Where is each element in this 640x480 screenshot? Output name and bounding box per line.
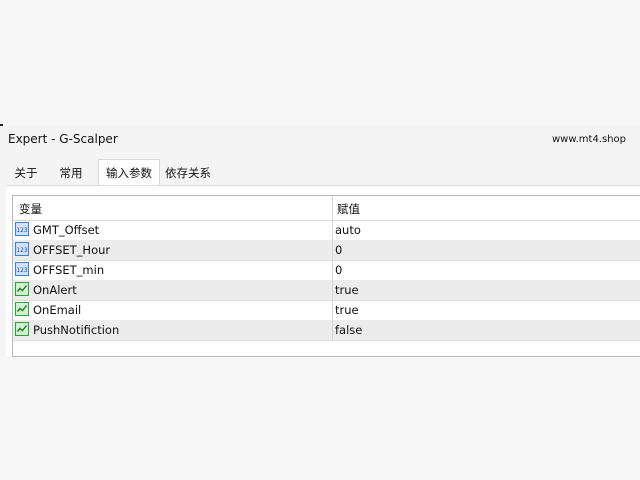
expert-properties-window: Expert - G-Scalper www.mt4.shop 关于 常用 输入… <box>0 126 640 357</box>
variable-value[interactable]: 0 <box>335 243 342 257</box>
variable-name: OnAlert <box>33 283 77 297</box>
column-header-variable[interactable]: 变量 <box>19 201 42 217</box>
grid-header: 变量 赋值 <box>13 196 640 221</box>
tab-dependencies[interactable]: 依存关系 <box>160 162 216 184</box>
table-row[interactable]: 123 GMT_Offset auto <box>13 220 640 241</box>
variable-value[interactable]: true <box>335 283 359 297</box>
numeric-icon: 123 <box>15 242 29 256</box>
variable-name: GMT_Offset <box>33 223 100 237</box>
svg-text:123: 123 <box>16 247 28 254</box>
column-separator[interactable] <box>332 196 333 341</box>
variable-name: PushNotifiction <box>33 323 120 337</box>
table-row[interactable]: OnAlert true <box>13 280 640 301</box>
boolean-icon <box>15 322 29 336</box>
table-row[interactable]: OnEmail true <box>13 300 640 321</box>
boolean-icon <box>15 302 29 316</box>
tab-common[interactable]: 常用 <box>50 162 92 184</box>
title-bar: Expert - G-Scalper www.mt4.shop <box>0 126 640 154</box>
variable-value[interactable]: true <box>335 303 359 317</box>
inputs-grid: 变量 赋值 123 GMT_Offset auto 123 OFFSET_Hou… <box>12 195 640 357</box>
tab-inputs[interactable]: 输入参数 <box>98 159 160 186</box>
variable-name: OFFSET_min <box>33 263 105 277</box>
variable-name: OnEmail <box>33 303 82 317</box>
column-header-value[interactable]: 赋值 <box>337 201 360 217</box>
variable-name: OFFSET_Hour <box>33 243 111 257</box>
table-row[interactable]: 123 OFFSET_min 0 <box>13 260 640 281</box>
table-row[interactable]: 123 OFFSET_Hour 0 <box>13 240 640 261</box>
variable-value[interactable]: false <box>335 323 362 337</box>
svg-text:123: 123 <box>16 267 28 274</box>
window-title: Expert - G-Scalper <box>8 132 118 146</box>
table-row[interactable]: PushNotifiction false <box>13 320 640 341</box>
brand-watermark: www.mt4.shop <box>551 134 626 145</box>
boolean-icon <box>15 282 29 296</box>
tab-strip: 关于 常用 输入参数 依存关系 <box>6 159 640 186</box>
svg-text:123: 123 <box>16 227 28 234</box>
variable-value[interactable]: auto <box>335 223 361 237</box>
numeric-icon: 123 <box>15 222 29 236</box>
numeric-icon: 123 <box>15 262 29 276</box>
variable-value[interactable]: 0 <box>335 263 342 277</box>
tab-about[interactable]: 关于 <box>6 162 46 184</box>
